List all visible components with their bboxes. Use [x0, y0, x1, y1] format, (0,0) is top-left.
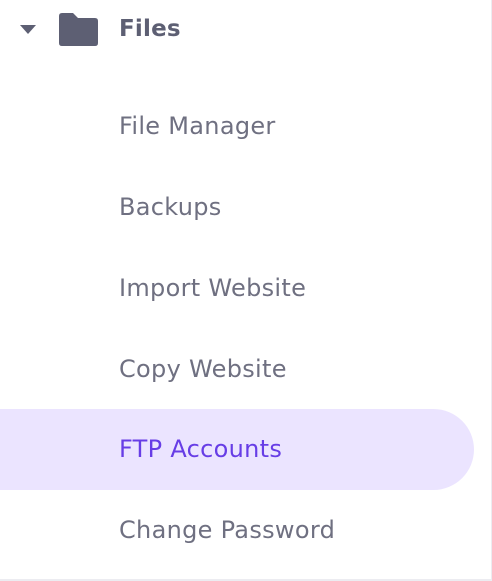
section-title: Files: [119, 16, 181, 42]
menu-item-copy-website[interactable]: Copy Website: [0, 329, 474, 410]
menu-item-label: FTP Accounts: [119, 435, 283, 463]
sidebar-panel: Files File Manager Backups Import Websit…: [0, 0, 492, 581]
folder-icon: [59, 13, 98, 46]
menu-item-import-website[interactable]: Import Website: [0, 248, 474, 329]
menu-item-backups[interactable]: Backups: [0, 167, 474, 248]
menu-item-label: File Manager: [119, 112, 276, 140]
menu-item-label: Change Password: [119, 516, 336, 544]
menu-item-label: Copy Website: [119, 355, 287, 383]
menu-item-ftp-accounts[interactable]: FTP Accounts: [0, 409, 474, 490]
menu-item-label: Import Website: [119, 274, 307, 302]
files-section-toggle[interactable]: Files: [0, 0, 491, 60]
menu-item-file-manager[interactable]: File Manager: [0, 86, 474, 167]
menu-item-label: Backups: [119, 193, 222, 221]
menu-item-change-password[interactable]: Change Password: [0, 490, 474, 571]
caret-down-icon: [20, 25, 36, 34]
